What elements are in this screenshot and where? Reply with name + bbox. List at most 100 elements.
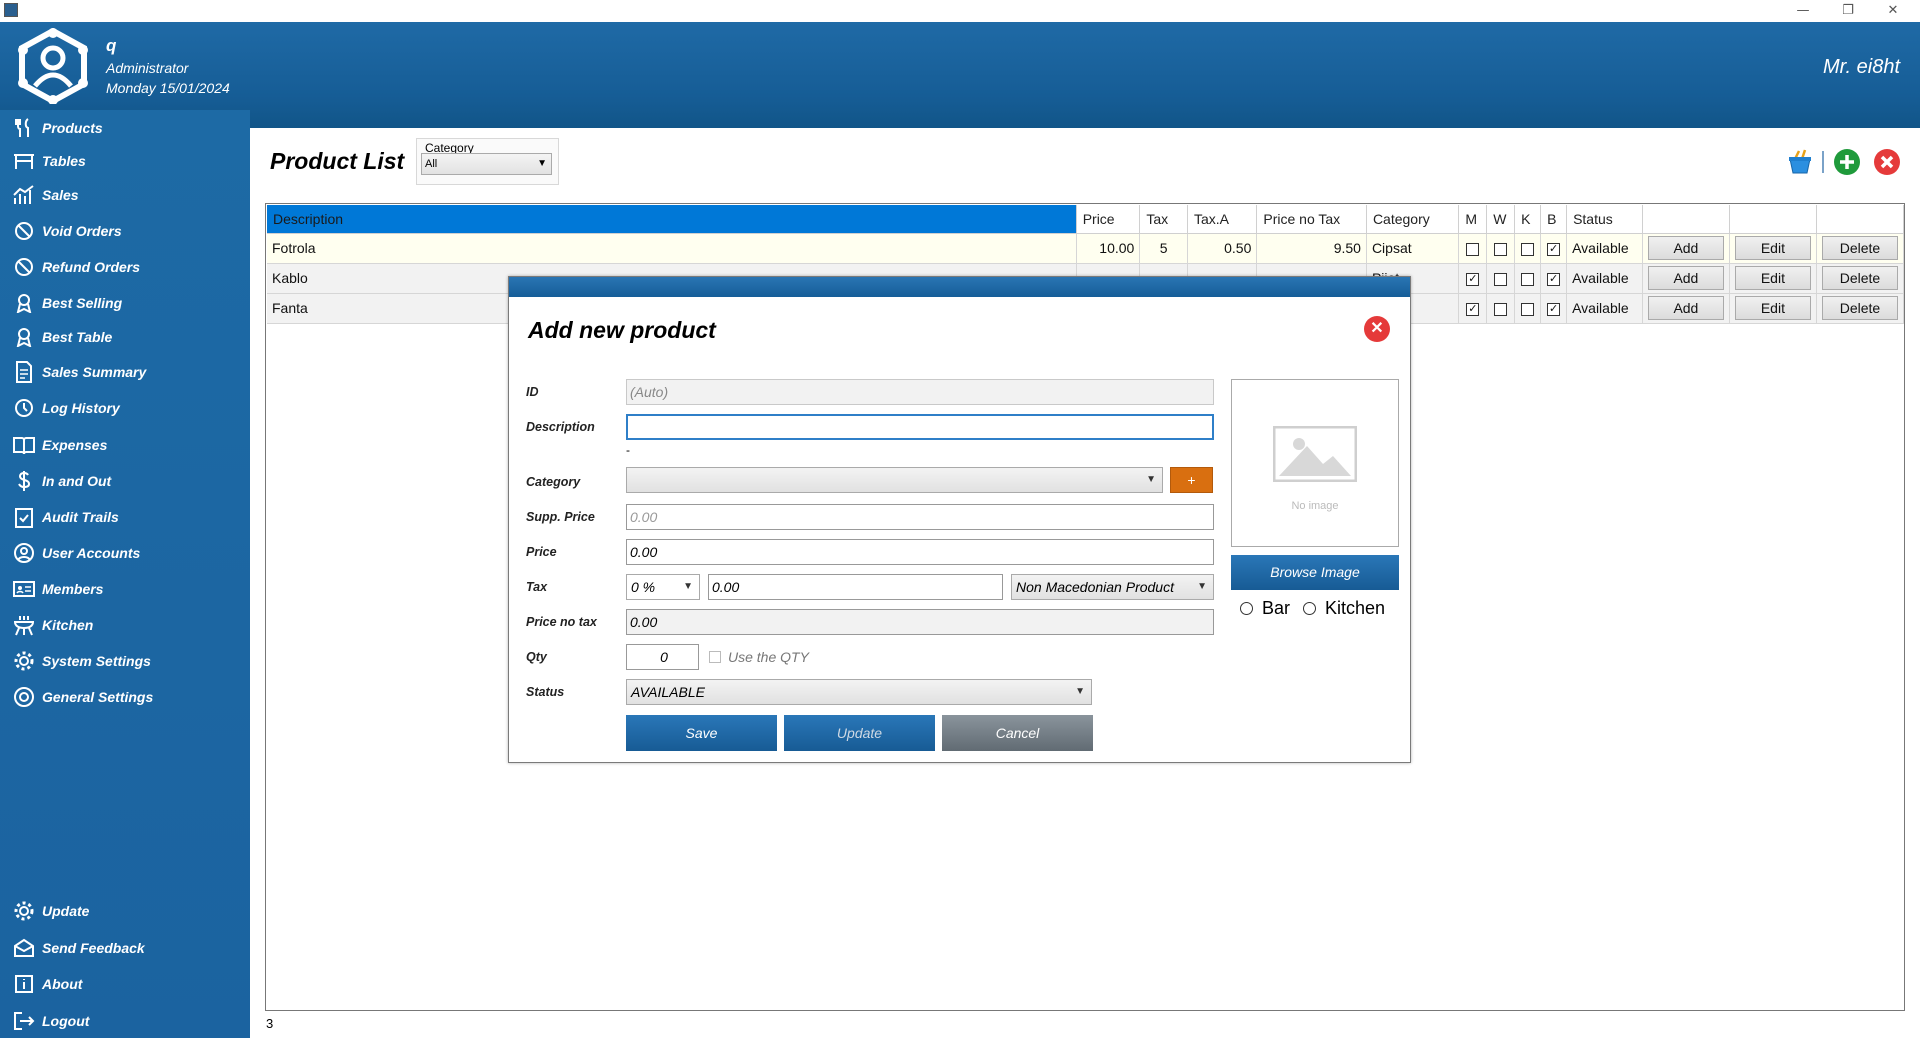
cell-price[interactable]: 10.00 — [1076, 233, 1141, 264]
checkbox-k[interactable] — [1521, 272, 1535, 286]
supp-price-field[interactable]: 0.00 — [626, 504, 1214, 530]
column-header-status[interactable]: Status — [1566, 205, 1643, 234]
category-filter-select[interactable]: All ▼ — [421, 153, 552, 175]
checkbox-m[interactable] — [1466, 242, 1480, 256]
edit-button[interactable]: Edit — [1734, 266, 1811, 290]
sidebar-item-about[interactable]: About — [12, 970, 82, 998]
cell-status[interactable]: Available — [1566, 263, 1643, 294]
column-header-b[interactable]: B — [1540, 205, 1568, 234]
checkbox-b[interactable]: ✓ — [1547, 302, 1561, 316]
sidebar-item-best-selling[interactable]: Best Selling — [12, 289, 122, 317]
column-header-description[interactable]: Description — [267, 205, 1077, 234]
sidebar-item-audit-trails[interactable]: Audit Trails — [12, 503, 119, 531]
tax-percent-select[interactable]: 0 % ▼ — [626, 574, 700, 600]
sidebar-item-tables[interactable]: Tables — [12, 147, 86, 175]
close-icon[interactable] — [1873, 148, 1901, 181]
sidebar-item-system-settings[interactable]: System Settings — [12, 647, 151, 675]
add-button[interactable]: Add — [1647, 236, 1724, 260]
sidebar-item-send-feedback[interactable]: Send Feedback — [12, 934, 145, 962]
sidebar-item-logout[interactable]: Logout — [12, 1007, 89, 1035]
checkbox-w[interactable] — [1494, 302, 1508, 316]
sidebar-item-in-and-out[interactable]: In and Out — [12, 467, 111, 495]
sidebar-item-sales[interactable]: Sales — [12, 181, 79, 209]
user-role: Administrator — [106, 60, 189, 76]
checkbox-k[interactable] — [1521, 302, 1535, 316]
checkbox-b[interactable]: ✓ — [1547, 272, 1561, 286]
category-select[interactable]: ▼ — [626, 467, 1163, 493]
restore-button[interactable]: ❐ — [1828, 2, 1868, 20]
sidebar-item-update[interactable]: Update — [12, 897, 89, 925]
cell-tax[interactable]: 5 — [1139, 233, 1188, 264]
delete-button[interactable]: Delete — [1821, 296, 1898, 320]
column-header-m[interactable]: M — [1458, 205, 1488, 234]
add-product-icon[interactable] — [1833, 148, 1861, 181]
category-filter: Category All ▼ — [416, 138, 559, 185]
sidebar-item-void-orders[interactable]: Void Orders — [12, 217, 122, 245]
dialog-titlebar[interactable] — [509, 277, 1410, 297]
cell-status[interactable]: Available — [1566, 233, 1643, 264]
chevron-down-icon: ▼ — [1197, 581, 1207, 592]
cell-description[interactable]: Fotrola — [267, 233, 1077, 264]
cell-category[interactable]: Cipsat — [1366, 233, 1460, 264]
column-header-price-no-tax[interactable]: Price no Tax — [1256, 205, 1367, 234]
cell-status[interactable]: Available — [1566, 293, 1643, 324]
add-category-button[interactable]: + — [1170, 467, 1213, 493]
close-window-button[interactable]: ✕ — [1873, 2, 1913, 20]
sidebar-item-members[interactable]: Members — [12, 575, 103, 603]
radio-circle[interactable] — [1303, 602, 1316, 615]
browse-image-button[interactable]: Browse Image — [1231, 555, 1399, 590]
close-icon[interactable]: ✕ — [1364, 316, 1390, 342]
column-header-k[interactable]: K — [1514, 205, 1542, 234]
checkbox-w[interactable] — [1494, 242, 1508, 256]
checkbox-m[interactable]: ✓ — [1466, 302, 1480, 316]
minimize-button[interactable]: — — [1783, 2, 1823, 20]
sidebar-item-kitchen[interactable]: Kitchen — [12, 611, 93, 639]
table-icon — [12, 150, 36, 172]
price-no-tax-label: Price no tax — [526, 615, 597, 629]
bar-radio[interactable]: Bar — [1240, 598, 1290, 619]
column-header-delete — [1816, 205, 1905, 234]
sidebar-item-general-settings[interactable]: General Settings — [12, 683, 153, 711]
column-header-price[interactable]: Price — [1076, 205, 1141, 234]
kitchen-radio[interactable]: Kitchen — [1303, 598, 1385, 619]
column-header-tax[interactable]: Tax — [1139, 205, 1188, 234]
update-button[interactable]: Update — [784, 715, 935, 751]
qty-field[interactable]: 0 — [626, 644, 699, 670]
category-filter-value: All — [425, 158, 438, 170]
edit-button[interactable]: Edit — [1734, 296, 1811, 320]
cell-tax-amount[interactable]: 0.50 — [1187, 233, 1258, 264]
table-row[interactable]: Fotrola 10.00 5 0.50 9.50 Cipsat ✓ Avail… — [267, 233, 1905, 264]
add-button[interactable]: Add — [1647, 296, 1724, 320]
sidebar-item-user-accounts[interactable]: User Accounts — [12, 539, 140, 567]
save-button[interactable]: Save — [626, 715, 777, 751]
delete-button[interactable]: Delete — [1821, 236, 1898, 260]
sidebar-item-log-history[interactable]: Log History — [12, 394, 120, 422]
sidebar-item-expenses[interactable]: Expenses — [12, 431, 107, 459]
column-header-w[interactable]: W — [1486, 205, 1516, 234]
cell-price-no-tax[interactable]: 9.50 — [1256, 233, 1367, 264]
price-field[interactable]: 0.00 — [626, 539, 1214, 565]
status-select[interactable]: AVAILABLE ▼ — [626, 679, 1092, 705]
checkbox-k[interactable] — [1521, 242, 1535, 256]
tax-type-select[interactable]: Non Macedonian Product ▼ — [1011, 574, 1214, 600]
column-header-tax-amount[interactable]: Tax.A — [1187, 205, 1258, 234]
checkbox-b[interactable]: ✓ — [1547, 242, 1561, 256]
add-button[interactable]: Add — [1647, 266, 1724, 290]
sidebar-item-sales-summary[interactable]: Sales Summary — [12, 358, 146, 386]
sidebar-item-label: Logout — [42, 1013, 90, 1029]
radio-circle[interactable] — [1240, 602, 1253, 615]
checkbox-w[interactable] — [1494, 272, 1508, 286]
cancel-button[interactable]: Cancel — [942, 715, 1093, 751]
column-header-category[interactable]: Category — [1366, 205, 1460, 234]
sidebar-item-products[interactable]: Products — [12, 114, 103, 142]
basket-icon[interactable] — [1786, 148, 1814, 181]
use-qty-checkbox[interactable] — [709, 651, 721, 663]
checkbox-m[interactable]: ✓ — [1466, 272, 1480, 286]
sidebar-item-best-table[interactable]: Best Table — [12, 323, 112, 351]
gear-refresh-icon — [12, 900, 36, 922]
description-field[interactable] — [626, 414, 1214, 440]
edit-button[interactable]: Edit — [1734, 236, 1811, 260]
delete-button[interactable]: Delete — [1821, 266, 1898, 290]
tax-amount-field[interactable]: 0.00 — [708, 574, 1003, 600]
sidebar-item-refund-orders[interactable]: Refund Orders — [12, 253, 140, 281]
